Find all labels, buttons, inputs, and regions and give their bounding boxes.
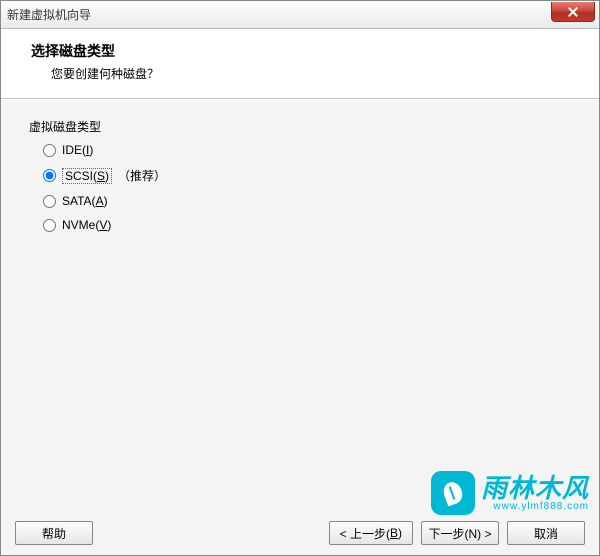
logo-text-wrap: 雨林木风 www.ylmf888.com	[481, 475, 589, 512]
next-button[interactable]: 下一步(N) >	[421, 521, 499, 545]
header-title: 选择磁盘类型	[31, 41, 579, 61]
cancel-button[interactable]: 取消	[507, 521, 585, 545]
radio-ide[interactable]: IDE(I)	[43, 143, 571, 157]
wizard-footer: 帮助 < 上一步(B) 下一步(N) > 取消	[1, 515, 599, 555]
watermark-url: www.ylmf888.com	[481, 501, 589, 512]
leaf-icon	[440, 480, 466, 506]
watermark: 雨林木风 www.ylmf888.com	[431, 471, 589, 515]
window-title: 新建虚拟机向导	[7, 6, 91, 23]
footer-spacer	[101, 521, 321, 555]
close-icon	[568, 7, 578, 17]
radio-ide-input[interactable]	[43, 144, 56, 157]
radio-nvme-input[interactable]	[43, 219, 56, 232]
titlebar: 新建虚拟机向导	[1, 1, 599, 29]
header-subtitle: 您要创建何种磁盘？	[51, 65, 579, 82]
wizard-window: 新建虚拟机向导 选择磁盘类型 您要创建何种磁盘？ 虚拟磁盘类型 IDE(I) S…	[0, 0, 600, 556]
radio-scsi-input[interactable]	[43, 169, 56, 182]
radio-nvme-label: NVMe(V)	[62, 218, 111, 232]
radio-scsi[interactable]: SCSI(S) （推荐）	[43, 167, 571, 184]
logo-icon	[431, 471, 475, 515]
disk-type-radio-group: IDE(I) SCSI(S) （推荐） SATA(A) NVMe(V)	[43, 143, 571, 232]
recommended-label: （推荐）	[118, 167, 166, 184]
back-button[interactable]: < 上一步(B)	[329, 521, 413, 545]
radio-scsi-label: SCSI(S)	[62, 168, 112, 184]
radio-nvme[interactable]: NVMe(V)	[43, 218, 571, 232]
close-button[interactable]	[551, 2, 595, 22]
wizard-header: 选择磁盘类型 您要创建何种磁盘？	[1, 29, 599, 99]
wizard-body: 虚拟磁盘类型 IDE(I) SCSI(S) （推荐） SATA(A) NVMe(…	[1, 99, 599, 517]
watermark-text: 雨林木风	[481, 475, 589, 501]
help-button[interactable]: 帮助	[15, 521, 93, 545]
radio-ide-label: IDE(I)	[62, 143, 93, 157]
section-label: 虚拟磁盘类型	[29, 118, 571, 135]
radio-sata-input[interactable]	[43, 195, 56, 208]
radio-sata[interactable]: SATA(A)	[43, 194, 571, 208]
radio-sata-label: SATA(A)	[62, 194, 108, 208]
